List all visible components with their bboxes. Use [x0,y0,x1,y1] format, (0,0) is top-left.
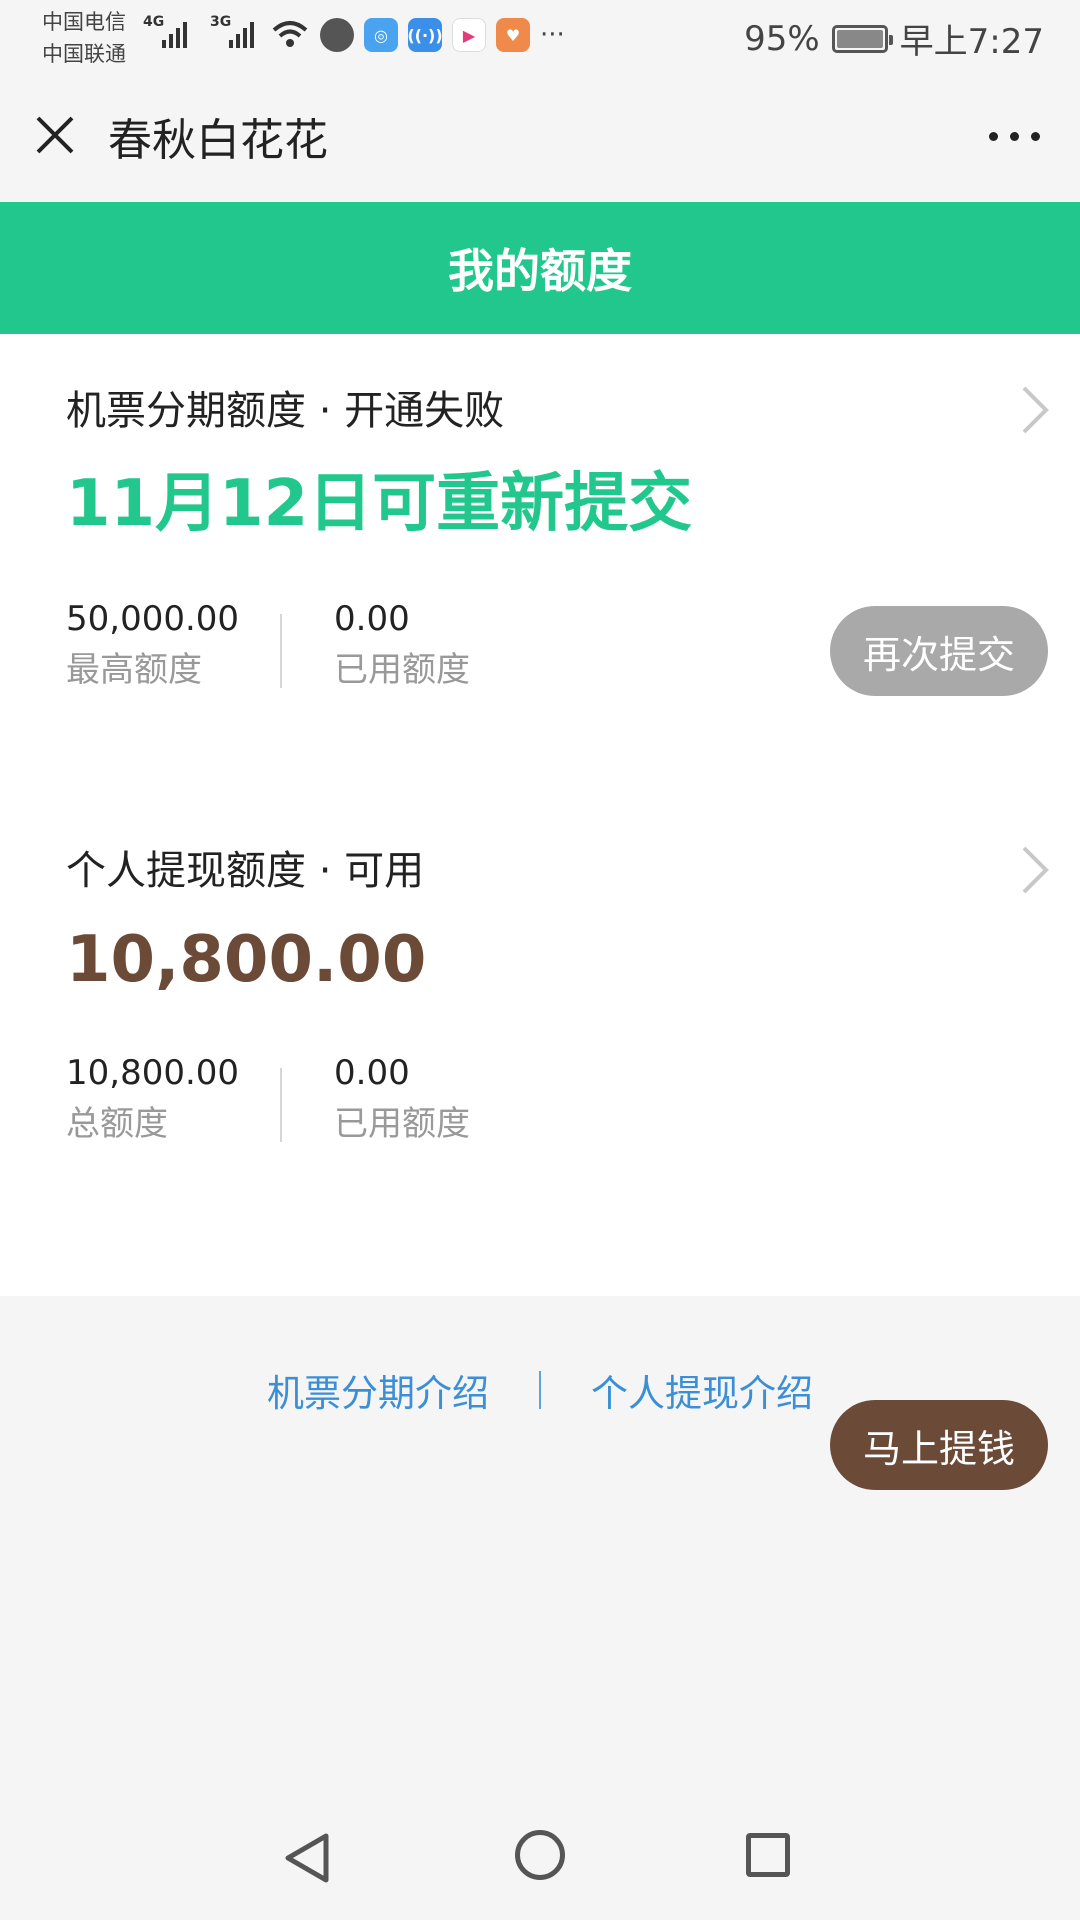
back-triangle-icon[interactable] [282,1830,332,1886]
quota-content: 机票分期额度 · 开通失败 11月12日可重新提交 50,000.00 最高额度… [0,334,1080,1490]
link-divider [539,1371,541,1409]
stat-label: 最高额度 [66,650,202,690]
recents-square-icon[interactable] [746,1833,790,1877]
close-icon[interactable] [30,110,80,160]
status-right: 95% 早上7:27 [744,14,1044,63]
home-circle-icon[interactable] [515,1830,565,1880]
total-quota-stat: 10,800.00 总额度 [66,1050,239,1152]
stat-value: 50,000.00 [66,599,240,639]
signal-strength-icon [229,22,254,48]
more-options-icon[interactable] [989,132,1040,141]
header-band: 我的额度 [0,202,1080,334]
wifi-icon [272,21,308,47]
battery-icon [831,24,893,53]
card-title: 机票分期额度 · 开通失败 [66,388,505,434]
carrier-1: 中国电信 [42,10,126,34]
footer-links: 机票分期介绍 个人提现介绍 [0,1360,1080,1420]
battery-percent: 95% [744,18,820,59]
clock: 早上7:27 [899,22,1044,62]
flight-installment-intro-link[interactable]: 机票分期介绍 [267,1363,489,1417]
stat-value: 10,800.00 [66,1053,240,1093]
app-icon-signal: ((·)) [407,18,443,52]
status-bar: 中国电信 中国联通 4G 3G ◎ ((·)) ▶ ♥ ··· 95% 早上7:… [0,0,1080,80]
divider [280,1068,282,1142]
personal-withdraw-intro-link[interactable]: 个人提现介绍 [591,1363,813,1417]
header-title: 我的额度 [448,244,632,298]
flight-installment-card[interactable]: 机票分期额度 · 开通失败 11月12日可重新提交 50,000.00 最高额度… [0,334,1080,794]
stat-value: 0.00 [334,599,410,639]
used-quota-stat: 0.00 已用额度 [334,1050,470,1152]
overflow-indicator: ··· [540,20,565,50]
carrier-info: 中国电信 中国联通 [42,6,126,70]
chevron-right-icon[interactable] [1016,842,1052,898]
app-icon-blue: ◎ [364,18,398,52]
health-app-icon: ♥ [496,18,530,52]
resubmit-date-text: 11月12日可重新提交 [66,467,693,541]
max-quota-stat: 50,000.00 最高额度 [66,596,239,698]
available-amount: 10,800.00 [66,923,427,997]
chat-bubble-icon [320,18,354,52]
stat-label: 已用额度 [334,650,470,690]
card-title: 个人提现额度 · 可用 [66,848,425,894]
stat-label: 总额度 [66,1104,168,1144]
resubmit-button[interactable]: 再次提交 [830,606,1048,696]
divider [280,614,282,688]
stat-label: 已用额度 [334,1104,470,1144]
stat-value: 0.00 [334,1053,410,1093]
used-quota-stat: 0.00 已用额度 [334,596,470,698]
notification-icons: ◎ ((·)) ▶ ♥ ··· [270,18,565,52]
carrier-2: 中国联通 [42,42,126,66]
youku-icon: ▶ [452,18,486,52]
personal-withdraw-card[interactable]: 个人提现额度 · 可用 10,800.00 10,800.00 总额度 0.00… [0,794,1080,1490]
signal-strength-icon [162,22,187,48]
nav-bar: 春秋白花花 [0,80,1080,202]
chevron-right-icon[interactable] [1016,382,1052,438]
system-nav-bar [0,1800,1080,1920]
page-title: 春秋白花花 [108,115,328,166]
